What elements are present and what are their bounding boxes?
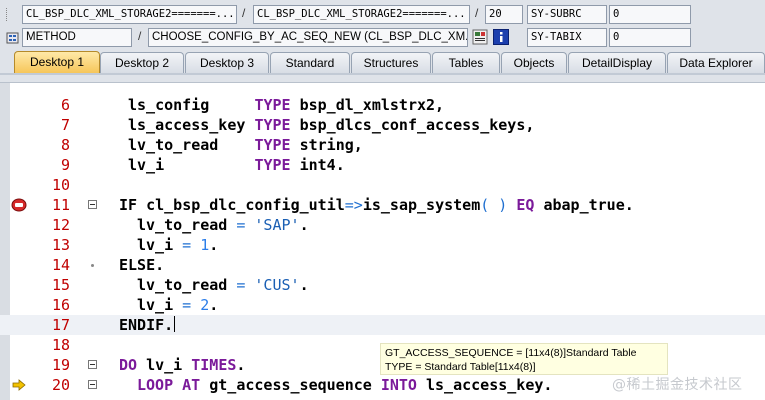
line-number: 9 [60, 156, 70, 174]
code-line[interactable]: 15 lv_to_read = 'CUS'. [0, 275, 765, 295]
line-number: 15 [51, 276, 70, 294]
line-number: 18 [51, 336, 70, 354]
watermark: @稀土掘金技术社区 [612, 377, 743, 393]
code-text: lv_to_read = 'CUS'. [137, 276, 309, 294]
program-field[interactable]: CL_BSP_DLC_XML_STORAGE2=======... [22, 5, 237, 24]
code-text: lv_i = 2. [137, 296, 219, 314]
tab-desktop-2[interactable]: Desktop 2 [100, 52, 184, 73]
tooltip-line: GT_ACCESS_SEQUENCE = [11x4(8)]Standard T… [385, 347, 637, 359]
line-number: 16 [51, 296, 70, 314]
code-text: ELSE. [119, 256, 165, 274]
line-number: 13 [51, 236, 70, 254]
line-number: 7 [60, 116, 70, 134]
row-handle [6, 8, 9, 21]
code-line[interactable]: 8 lv_to_read TYPE string, [0, 135, 765, 155]
tab-detail-display[interactable]: DetailDisplay [568, 52, 666, 73]
line-number: 17 [51, 316, 70, 334]
code-line[interactable]: 12 lv_to_read = 'SAP'. [0, 215, 765, 235]
line-number: 19 [51, 356, 70, 374]
tab-standard[interactable]: Standard [270, 52, 350, 73]
line-number: 12 [51, 216, 70, 234]
tab-objects[interactable]: Objects [501, 52, 567, 73]
tab-structures[interactable]: Structures [351, 52, 431, 73]
tooltip-line: TYPE = Standard Table[11x4(8)] [385, 361, 536, 373]
breakpoint-icon[interactable] [11, 198, 27, 212]
event-name-field[interactable]: CHOOSE_CONFIG_BY_AC_SEQ_NEW (CL_BSP_DLC_… [148, 28, 468, 47]
line-number: 8 [60, 136, 70, 154]
fold-toggle-icon[interactable] [88, 380, 97, 389]
display-source-icon[interactable] [472, 29, 488, 45]
text-cursor [174, 316, 176, 332]
code-line[interactable]: 11 IF cl_bsp_dlc_config_util=>is_sap_syst… [0, 195, 765, 215]
tab-data-explorer[interactable]: Data Explorer [667, 52, 765, 73]
line-number: 11 [51, 196, 70, 214]
sysvar-value-field[interactable]: 0 [609, 5, 691, 24]
line-number: 6 [60, 96, 70, 114]
fold-toggle-icon[interactable] [88, 200, 97, 209]
code-line[interactable]: 17 ENDIF. [0, 315, 765, 335]
code-text: DO lv_i TIMES. [119, 356, 246, 374]
code-text: lv_to_read = 'SAP'. [137, 216, 309, 234]
tab-divider [0, 73, 765, 75]
code-text: lv_to_read TYPE string, [128, 136, 363, 154]
current-statement-arrow-icon [12, 379, 26, 391]
tab-desktop-3[interactable]: Desktop 3 [185, 52, 269, 73]
debugger-info-row-2: METHOD / CHOOSE_CONFIG_BY_AC_SEQ_NEW (CL… [0, 28, 765, 48]
line-number: 14 [51, 256, 70, 274]
line-number: 20 [51, 376, 70, 394]
info-icon[interactable] [493, 29, 509, 45]
desktop-tab-strip: Desktop 2 Desktop 3 Standard Structures … [0, 51, 765, 73]
sysvar-value-field[interactable]: 0 [609, 28, 691, 47]
code-line[interactable]: 7 ls_access_key TYPE bsp_dlcs_conf_access… [0, 115, 765, 135]
sysvar-name-field[interactable]: SY-SUBRC [527, 5, 607, 24]
event-type-field[interactable]: METHOD [22, 28, 132, 47]
separator: / [242, 6, 246, 20]
code-line[interactable]: 10 [0, 175, 765, 195]
separator: / [138, 29, 142, 43]
include-field[interactable]: CL_BSP_DLC_XML_STORAGE2=======... [253, 5, 470, 24]
code-text: ls_access_key TYPE bsp_dlcs_conf_access_… [128, 116, 535, 134]
code-text: ENDIF. [119, 316, 176, 334]
separator: / [475, 6, 479, 20]
line-number: 10 [51, 176, 70, 194]
code-line[interactable]: 13 lv_i = 1. [0, 235, 765, 255]
code-text: LOOP AT gt_access_sequence INTO ls_acces… [137, 376, 553, 394]
line-number-field[interactable]: 20 [485, 5, 523, 24]
code-line[interactable]: 16 lv_i = 2. [0, 295, 765, 315]
fold-toggle-icon[interactable] [88, 360, 97, 369]
code-line[interactable]: 9 lv_i TYPE int4. [0, 155, 765, 175]
code-line[interactable]: 14 ELSE. [0, 255, 765, 275]
fold-marker-icon [91, 264, 94, 267]
code-text: lv_i TYPE int4. [128, 156, 345, 174]
code-line[interactable]: 6 ls_config TYPE bsp_dl_xmlstrx2, [0, 95, 765, 115]
method-icon [6, 32, 19, 44]
variable-tooltip: GT_ACCESS_SEQUENCE = [11x4(8)]Standard T… [380, 343, 668, 375]
tab-desktop-1[interactable]: Desktop 1 [14, 51, 100, 73]
sysvar-name-field[interactable]: SY-TABIX [527, 28, 607, 47]
code-text: ls_config TYPE bsp_dl_xmlstrx2, [128, 96, 445, 114]
code-text: lv_i = 1. [137, 236, 219, 254]
code-text: IF cl_bsp_dlc_config_util=>is_sap_system… [119, 196, 634, 214]
tab-tables[interactable]: Tables [432, 52, 500, 73]
debugger-info-row-1: CL_BSP_DLC_XML_STORAGE2=======... / CL_B… [0, 5, 765, 25]
